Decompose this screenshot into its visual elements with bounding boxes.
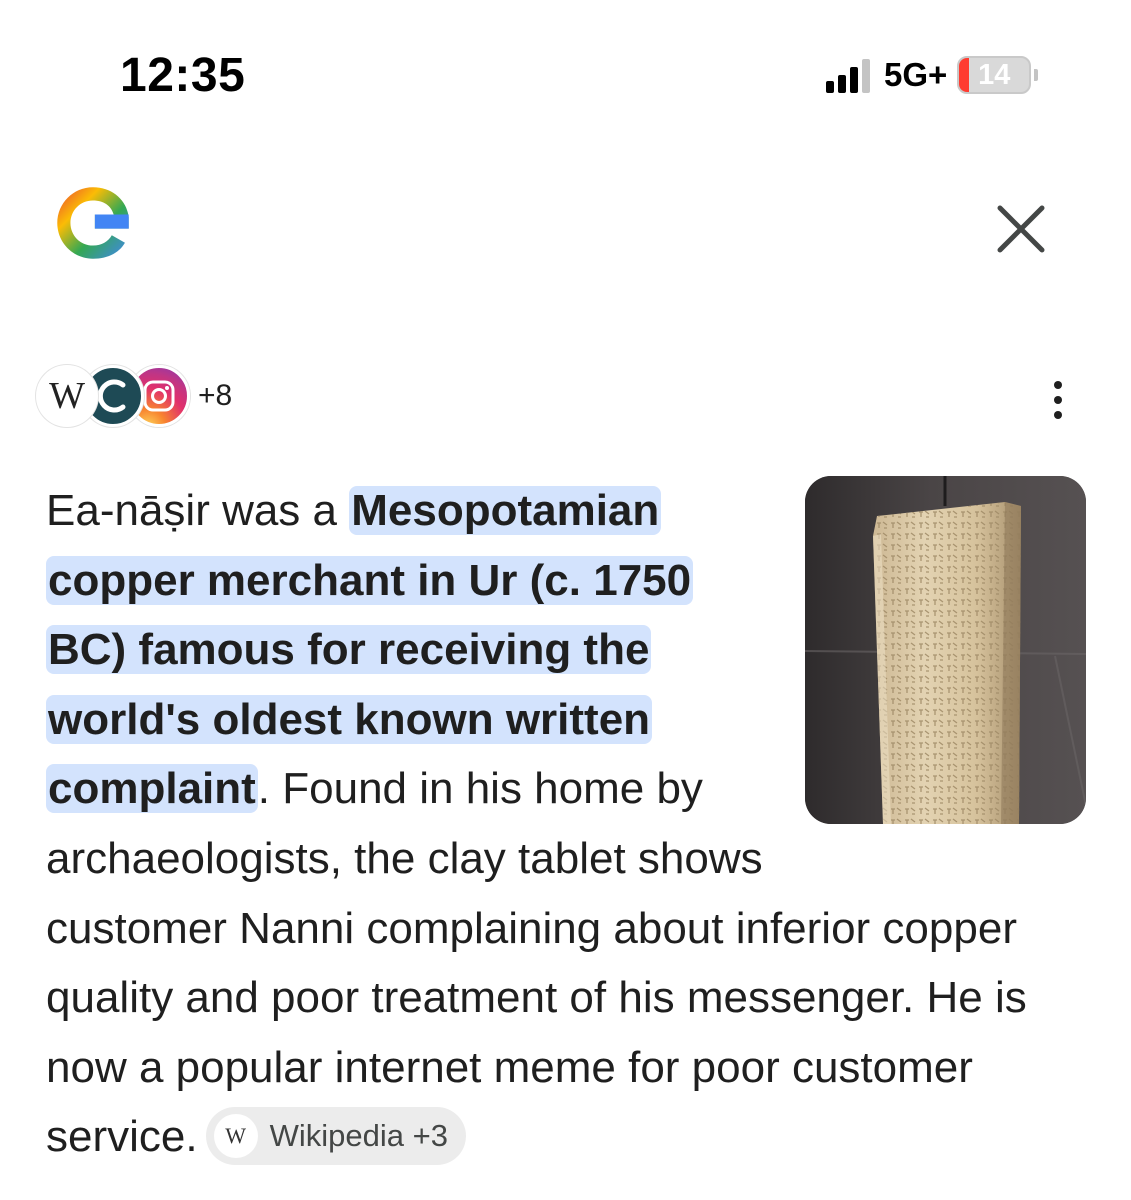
signal-strength-icon: [826, 57, 870, 93]
clay-tablet-illustration: [805, 476, 1086, 824]
citation-label: Wikipedia +3: [269, 1117, 448, 1153]
instagram-glyph: [143, 380, 175, 412]
wikipedia-icon[interactable]: W: [36, 365, 98, 427]
network-type: 5G+: [884, 56, 948, 93]
wikipedia-small-icon: W: [213, 1113, 258, 1158]
menu-dot: [1054, 396, 1062, 404]
c-logo-glyph: [97, 379, 126, 413]
answer-intro: Ea-nāṣir was a: [46, 486, 350, 535]
google-logo-icon[interactable]: [46, 176, 140, 270]
more-sources-count[interactable]: +8: [198, 379, 232, 413]
source-icons[interactable]: W +8: [36, 365, 232, 427]
signal-bar: [862, 59, 870, 93]
google-answer-screen: 12:35 5G+ 14 W +8 Ea-nāṣir was a Mesopot…: [0, 0, 1131, 1200]
ai-answer-text: Ea-nāṣir was a Mesopotamian copper merch…: [46, 476, 1086, 1172]
signal-bar: [838, 75, 846, 93]
more-vertical-icon[interactable]: [1038, 372, 1078, 428]
clay-tablet-image[interactable]: [805, 476, 1086, 824]
battery-icon: 14: [957, 56, 1032, 94]
status-indicators: 5G+ 14: [826, 54, 1039, 96]
wikipedia-glyph: W: [49, 375, 85, 417]
battery-level: 14: [978, 58, 1011, 91]
battery-cap: [1034, 69, 1039, 81]
close-button[interactable]: [990, 198, 1052, 260]
close-x-icon: [997, 205, 1045, 253]
signal-bar: [826, 81, 834, 93]
menu-dot: [1054, 411, 1062, 419]
signal-bar: [850, 67, 858, 93]
status-time: 12:35: [120, 49, 246, 102]
menu-dot: [1054, 381, 1062, 389]
wikipedia-citation-chip[interactable]: W Wikipedia +3: [205, 1106, 466, 1165]
